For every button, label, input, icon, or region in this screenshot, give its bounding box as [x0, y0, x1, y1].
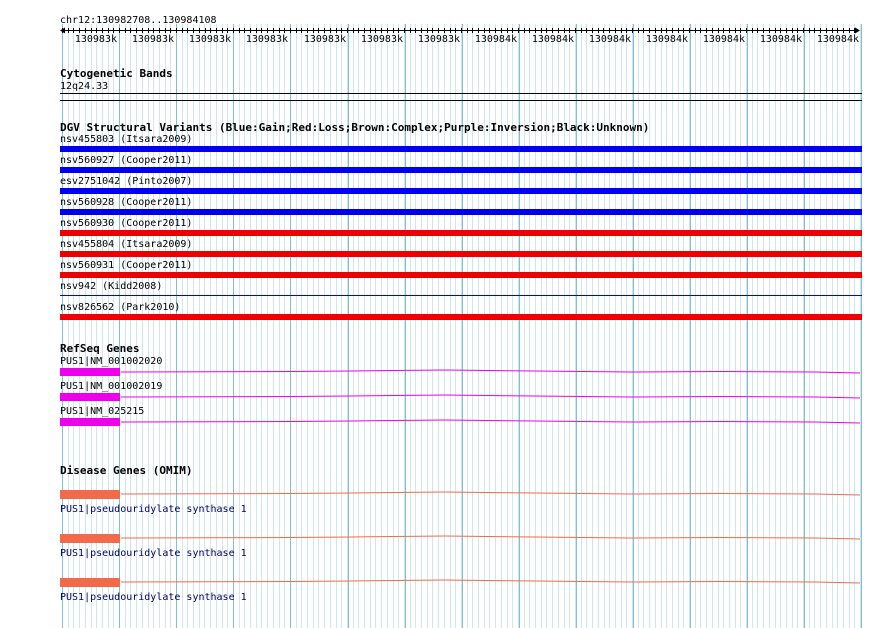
dgv-variant-bar[interactable] — [60, 272, 862, 278]
refseq-track-title: RefSeq Genes — [60, 342, 140, 355]
cytoband-label: 12q24.33 — [60, 81, 109, 92]
ruler-tick-label: 130984k — [588, 34, 631, 45]
cytoband-band-top — [60, 93, 862, 94]
omim-track-title: Disease Genes (OMIM) — [60, 464, 193, 477]
dgv-variant-bar[interactable] — [60, 251, 862, 257]
ruler-tick-label: 130983k — [74, 34, 117, 45]
dgv-variant-label: nsv560930 (Cooper2011) — [60, 218, 193, 229]
omim-gene-label[interactable]: PUS1|pseudouridylate synthase 1 — [60, 548, 247, 559]
genome-browser: chr12:130982708..130984108 130983k 130983… — [0, 0, 890, 628]
dgv-variant-bar[interactable] — [60, 188, 862, 194]
ruler-tick-label: 130984k — [702, 34, 745, 45]
dgv-variant-label: nsv560927 (Cooper2011) — [60, 155, 193, 166]
arrow-right-icon — [855, 27, 860, 34]
refseq-gene-label[interactable]: PUS1|NM_025215 — [60, 406, 144, 417]
omim-gene-intron[interactable] — [0, 534, 890, 542]
dgv-variant-bar[interactable] — [60, 167, 862, 173]
ruler-tick-label: 130983k — [360, 34, 403, 45]
omim-gene-intron[interactable] — [0, 578, 890, 586]
dgv-variant-bar[interactable] — [60, 230, 862, 236]
ruler-tick-label: 130984k — [474, 34, 517, 45]
ruler-tick-label: 130983k — [188, 34, 231, 45]
ruler-tick-label: 130983k — [303, 34, 346, 45]
dgv-variant-label: nsv826562 (Park2010) — [60, 302, 181, 313]
refseq-gene-intron[interactable] — [0, 393, 890, 401]
ruler-tick-label: 130983k — [245, 34, 288, 45]
ruler-tick-label: 130984k — [759, 34, 802, 45]
omim-gene-intron[interactable] — [0, 490, 890, 498]
dgv-variant-label: nsv942 (Kidd2008) — [60, 281, 163, 292]
ruler-tick-label: 130983k — [417, 34, 460, 45]
ruler-tick-label: 130984k — [531, 34, 574, 45]
cytoband-track-title: Cytogenetic Bands — [60, 67, 173, 80]
dgv-variant-label: nsv560931 (Cooper2011) — [60, 260, 193, 271]
dgv-variant-bar[interactable] — [60, 314, 862, 320]
refseq-gene-label[interactable]: PUS1|NM_001002020 — [60, 356, 162, 367]
cytoband-band-bottom — [60, 100, 862, 101]
refseq-gene-intron[interactable] — [0, 418, 890, 426]
dgv-variant-label: nsv455803 (Itsara2009) — [60, 134, 193, 145]
omim-gene-label[interactable]: PUS1|pseudouridylate synthase 1 — [60, 504, 247, 515]
dgv-variant-label: nsv455804 (Itsara2009) — [60, 239, 193, 250]
ruler-tick-label: 130983k — [131, 34, 174, 45]
dgv-track-title: DGV Structural Variants (Blue:Gain;Red:L… — [60, 121, 650, 134]
dgv-variant-bar[interactable] — [60, 146, 862, 152]
dgv-variant-bar[interactable] — [60, 295, 862, 296]
dgv-variant-bar[interactable] — [60, 209, 862, 215]
omim-gene-label[interactable]: PUS1|pseudouridylate synthase 1 — [60, 592, 247, 603]
dgv-variant-label: nsv560928 (Cooper2011) — [60, 197, 193, 208]
refseq-gene-intron[interactable] — [0, 368, 890, 376]
dgv-variant-label: esv2751042 (Pinto2007) — [60, 176, 193, 187]
refseq-gene-label[interactable]: PUS1|NM_001002019 — [60, 381, 162, 392]
ruler-tick-label: 130984k — [645, 34, 688, 45]
ruler-tick-label: 130984k — [816, 34, 859, 45]
